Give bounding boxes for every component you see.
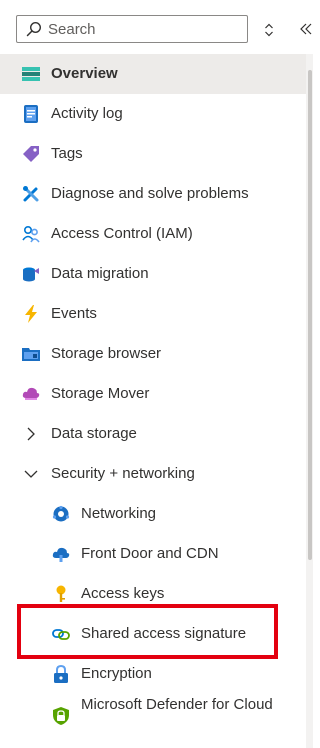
scrollbar-thumb[interactable] <box>308 70 312 560</box>
menu-item-networking[interactable]: Networking <box>0 494 306 534</box>
menu-item-label: Overview <box>51 65 118 82</box>
networking-icon <box>52 505 70 523</box>
menu-item-label: Encryption <box>81 665 152 682</box>
menu-item-access-keys[interactable]: Access keys <box>0 574 306 614</box>
menu-item-label: Networking <box>81 505 157 522</box>
search-input[interactable] <box>48 18 228 40</box>
search-box[interactable] <box>16 15 248 43</box>
menu-item-events[interactable]: Events <box>0 294 306 334</box>
menu-item-label: Data migration <box>51 265 149 282</box>
storage-mover-icon <box>22 385 40 403</box>
menu-item-label: Tags <box>51 145 83 162</box>
menu-item-overview[interactable]: Overview <box>0 54 306 94</box>
shared-access-signature-icon <box>52 625 70 643</box>
menu-item-access-control[interactable]: Access Control (IAM) <box>0 214 306 254</box>
chevron-down-icon <box>22 465 40 483</box>
defender-shield-icon <box>52 707 70 725</box>
menu-item-label: Storage Mover <box>51 385 150 402</box>
activity-log-icon <box>22 105 40 123</box>
resource-menu: Overview Activity log Tags Diagnose and … <box>0 54 306 738</box>
tag-icon <box>22 145 40 163</box>
menu-item-activity-log[interactable]: Activity log <box>0 94 306 134</box>
storage-browser-icon <box>22 345 40 363</box>
menu-item-label: Security + networking <box>51 465 195 482</box>
menu-group-data-storage[interactable]: Data storage <box>0 414 306 454</box>
menu-group-security-networking[interactable]: Security + networking <box>0 454 306 494</box>
encryption-lock-icon <box>52 665 70 683</box>
menu-item-shared-access-signature[interactable]: Shared access signature <box>0 614 306 654</box>
menu-item-label: Shared access signature <box>81 625 247 642</box>
menu-item-tags[interactable]: Tags <box>0 134 306 174</box>
menu-item-diagnose[interactable]: Diagnose and solve problems <box>0 174 306 214</box>
menu-item-front-door-cdn[interactable]: Front Door and CDN <box>0 534 306 574</box>
menu-item-label: Front Door and CDN <box>81 545 219 562</box>
diagnose-tools-icon <box>22 185 40 203</box>
menu-item-label: Access keys <box>81 585 165 602</box>
access-keys-icon <box>52 585 70 603</box>
search-icon <box>26 21 42 37</box>
menu-item-label: Activity log <box>51 105 123 122</box>
sort-updown-icon[interactable] <box>262 22 276 38</box>
access-control-icon <box>22 225 40 243</box>
menu-item-label: Events <box>51 305 97 322</box>
events-lightning-icon <box>22 305 40 323</box>
menu-item-data-migration[interactable]: Data migration <box>0 254 306 294</box>
menu-item-storage-mover[interactable]: Storage Mover <box>0 374 306 414</box>
menu-item-encryption[interactable]: Encryption <box>0 654 306 694</box>
data-migration-icon <box>22 265 40 283</box>
menu-item-storage-browser[interactable]: Storage browser <box>0 334 306 374</box>
menu-item-label: Access Control (IAM) <box>51 225 193 242</box>
menu-item-label: Microsoft Defender for Cloud <box>81 696 273 713</box>
menu-item-defender[interactable]: Microsoft Defender for Cloud <box>0 694 306 738</box>
menu-item-label: Diagnose and solve problems <box>51 185 249 202</box>
menu-item-label: Storage browser <box>51 345 162 362</box>
chevron-right-icon <box>22 425 40 443</box>
collapse-double-chevron-icon[interactable] <box>298 21 312 37</box>
overview-icon <box>22 65 40 83</box>
front-door-cdn-icon <box>52 545 70 563</box>
menu-item-label: Data storage <box>51 425 137 442</box>
menu-toolbar <box>0 0 313 50</box>
